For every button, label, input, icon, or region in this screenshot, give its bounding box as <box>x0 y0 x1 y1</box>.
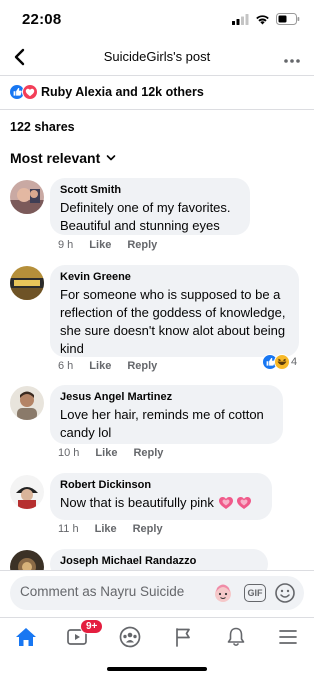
love-reaction-icon <box>22 84 38 100</box>
wifi-icon <box>256 14 269 24</box>
like-link[interactable]: Like <box>89 360 111 372</box>
reaction-count: 4 <box>291 356 298 368</box>
header-divider <box>0 75 314 76</box>
reply-link[interactable]: Reply <box>133 447 163 459</box>
emoji-icon <box>275 583 295 603</box>
avatar[interactable] <box>10 475 44 509</box>
groups-icon <box>119 626 141 648</box>
reactions-divider <box>0 109 314 110</box>
comment-meta: 6 h Like Reply <box>58 360 157 372</box>
tab-pages[interactable] <box>170 626 196 648</box>
comment-time: 6 h <box>58 360 74 372</box>
video-badge: 9+ <box>80 619 104 634</box>
comment-bubble[interactable]: Jesus Angel Martinez Love her hair, remi… <box>50 385 283 444</box>
comment-text-row: Now that is beautifully pink <box>60 494 262 512</box>
gif-icon: GIF <box>247 588 263 598</box>
comment-placeholder: Comment as Nayru Suicide <box>20 584 185 599</box>
comment-bubble[interactable]: Kevin Greene For someone who is supposed… <box>50 265 299 357</box>
status-icons <box>232 12 300 26</box>
like-link[interactable]: Like <box>95 523 117 535</box>
comment-author[interactable]: Joseph Michael Randazzo <box>60 555 258 567</box>
sparkling-heart-icon <box>218 497 251 509</box>
comment-time: 11 h <box>58 523 79 535</box>
tab-groups[interactable] <box>117 626 143 648</box>
bell-icon <box>227 627 245 647</box>
shares-count[interactable]: 122 shares <box>10 120 75 134</box>
comment-text: Now that is beautifully pink <box>60 495 214 510</box>
comment-author[interactable]: Scott Smith <box>60 184 240 196</box>
comment-text: Love her hair, reminds me of cotton cand… <box>60 407 264 440</box>
gif-button[interactable]: GIF <box>244 584 266 602</box>
tab-bar <box>0 617 314 681</box>
haha-reaction-icon <box>274 354 290 370</box>
comment-author[interactable]: Jesus Angel Martinez <box>60 391 273 403</box>
comment-text: For someone who is supposed to be a refl… <box>60 287 286 356</box>
home-icon <box>16 628 36 646</box>
comment-meta: 10 h Like Reply <box>58 447 163 459</box>
more-button[interactable] <box>282 52 302 63</box>
sticker-icon <box>215 584 231 602</box>
tab-home[interactable] <box>13 626 39 648</box>
comment-meta: 11 h Like Reply <box>58 523 163 535</box>
reaction-summary[interactable]: Ruby Alexia and 12k others <box>41 85 204 99</box>
reaction-icons[interactable] <box>9 84 39 100</box>
menu-icon <box>279 630 297 644</box>
emoji-button[interactable] <box>274 582 296 604</box>
flag-icon <box>176 628 190 647</box>
comment-time: 10 h <box>58 447 80 459</box>
comment-author[interactable]: Robert Dickinson <box>60 479 262 491</box>
status-time: 22:08 <box>22 11 62 28</box>
comment-bubble[interactable]: Robert Dickinson Now that is beautifully… <box>50 473 272 520</box>
comment-author[interactable]: Kevin Greene <box>60 271 289 283</box>
battery-icon <box>276 13 300 25</box>
sticker-button[interactable] <box>212 582 234 604</box>
sort-label: Most relevant <box>10 150 101 166</box>
reply-link[interactable]: Reply <box>133 523 163 535</box>
more-icon <box>284 59 300 63</box>
like-link[interactable]: Like <box>95 447 117 459</box>
avatar[interactable] <box>10 386 44 420</box>
comment-time: 9 h <box>58 239 74 251</box>
home-indicator[interactable] <box>107 667 207 671</box>
composer-divider <box>0 570 314 571</box>
avatar[interactable] <box>10 180 44 214</box>
chevron-down-icon <box>106 155 116 161</box>
like-link[interactable]: Like <box>89 239 111 251</box>
sort-dropdown[interactable]: Most relevant <box>10 150 116 166</box>
comment-bubble[interactable]: Scott Smith Definitely one of my favorit… <box>50 178 250 235</box>
signal-icon <box>232 13 249 25</box>
tab-notifications[interactable] <box>223 626 249 648</box>
comment-text: Definitely one of my favorites. Beautifu… <box>60 200 231 233</box>
header-title: SuicideGirls's post <box>103 49 211 64</box>
comment-meta: 9 h Like Reply <box>58 239 157 251</box>
comment-reactions[interactable]: 4 <box>262 354 297 370</box>
reply-link[interactable]: Reply <box>127 239 157 251</box>
reply-link[interactable]: Reply <box>127 360 157 372</box>
avatar[interactable] <box>10 266 44 300</box>
tab-menu[interactable] <box>275 626 301 648</box>
